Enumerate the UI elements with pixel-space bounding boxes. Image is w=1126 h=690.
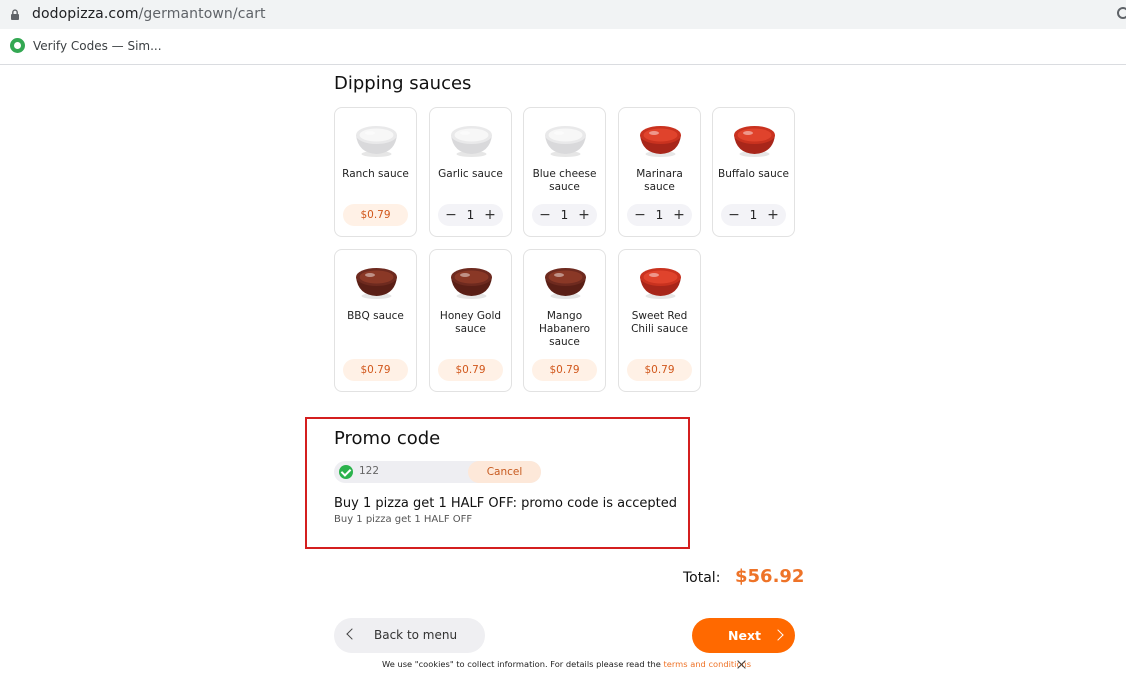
sauce-bowl-image bbox=[640, 268, 681, 299]
sauce-card[interactable]: Ranch sauce $0.79 bbox=[334, 107, 417, 237]
cookie-text: We use "cookies" to collect information.… bbox=[382, 659, 661, 669]
sauce-card[interactable]: Garlic sauce −1 + bbox=[429, 107, 512, 237]
sauce-bowl-image bbox=[356, 268, 397, 299]
sauce-name: Mango Habanero sauce bbox=[538, 310, 591, 348]
address-bar[interactable]: dodopizza.com/germantown/cart bbox=[0, 0, 1126, 29]
url-host: dodopizza.com bbox=[32, 6, 139, 22]
minus-icon[interactable]: − bbox=[445, 207, 457, 223]
sauce-card[interactable]: Sweet Red Chili sauce $0.79 bbox=[618, 249, 701, 392]
promo-cancel-button[interactable]: Cancel bbox=[468, 461, 541, 483]
sauce-card[interactable]: BBQ sauce $0.79 bbox=[334, 249, 417, 392]
sauce-bowl-image bbox=[451, 268, 492, 299]
add-price-button[interactable]: $0.79 bbox=[343, 359, 408, 381]
check-icon bbox=[339, 465, 353, 479]
add-price-button[interactable]: $0.79 bbox=[438, 359, 503, 381]
plus-icon[interactable]: + bbox=[767, 207, 779, 223]
quantity-stepper[interactable]: −1 + bbox=[627, 204, 692, 226]
next-button[interactable]: Next bbox=[692, 618, 795, 653]
url-text[interactable]: dodopizza.com/germantown/cart bbox=[32, 6, 266, 22]
sauce-bowl-image bbox=[545, 126, 586, 157]
section-title-dipping-sauces: Dipping sauces bbox=[334, 73, 472, 94]
bookmarks-bar: Verify Codes — Sim... bbox=[0, 29, 1126, 65]
add-price-button[interactable]: $0.79 bbox=[627, 359, 692, 381]
sauce-name: Buffalo sauce bbox=[718, 168, 789, 180]
minus-icon[interactable]: − bbox=[728, 207, 740, 223]
sauce-card[interactable]: Marinara sauce −1 + bbox=[618, 107, 701, 237]
back-to-menu-button[interactable]: Back to menu bbox=[334, 618, 485, 653]
sauce-name: Sweet Red Chili sauce bbox=[631, 310, 688, 335]
promo-title: Promo code bbox=[334, 428, 441, 449]
chevron-right-icon bbox=[772, 629, 784, 641]
sauce-name: Garlic sauce bbox=[438, 168, 503, 180]
promo-code-value: 122 bbox=[359, 465, 380, 477]
quantity-stepper[interactable]: −1 + bbox=[438, 204, 503, 226]
minus-icon[interactable]: − bbox=[539, 207, 551, 223]
add-price-button[interactable]: $0.79 bbox=[343, 204, 408, 226]
bookmark-label: Verify Codes — Sim... bbox=[33, 38, 162, 53]
sauce-bowl-image bbox=[640, 126, 681, 157]
bookmark-favicon-icon bbox=[10, 38, 25, 53]
sauce-card[interactable]: Mango Habanero sauce $0.79 bbox=[523, 249, 606, 392]
url-path: /germantown/cart bbox=[138, 6, 266, 22]
sauce-bowl-image bbox=[356, 126, 397, 157]
sauce-bowl-image bbox=[545, 268, 586, 299]
back-to-menu-label: Back to menu bbox=[374, 628, 458, 642]
sauce-bowl-image bbox=[734, 126, 775, 157]
quantity-value: 1 bbox=[560, 208, 569, 222]
sauce-name: Marinara sauce bbox=[636, 168, 683, 193]
sauce-name: Ranch sauce bbox=[342, 168, 409, 180]
total-label: Total: bbox=[683, 570, 721, 586]
quantity-value: 1 bbox=[466, 208, 475, 222]
sauce-bowl-image bbox=[451, 126, 492, 157]
plus-icon[interactable]: + bbox=[484, 207, 496, 223]
promo-description: Buy 1 pizza get 1 HALF OFF bbox=[334, 514, 473, 525]
cookie-notice: We use "cookies" to collect information.… bbox=[382, 659, 751, 669]
quantity-value: 1 bbox=[655, 208, 664, 222]
browser-menu-icon[interactable] bbox=[1117, 7, 1126, 19]
sauce-name: Honey Gold sauce bbox=[439, 310, 502, 335]
minus-icon[interactable]: − bbox=[634, 207, 646, 223]
quantity-stepper[interactable]: −1 + bbox=[532, 204, 597, 226]
close-icon[interactable] bbox=[737, 660, 746, 669]
chevron-left-icon bbox=[346, 628, 358, 640]
sauce-name: Blue cheese sauce bbox=[532, 168, 597, 193]
promo-code-field[interactable]: 122 Cancel bbox=[334, 461, 541, 483]
bookmark-verify-codes[interactable]: Verify Codes — Sim... bbox=[10, 38, 162, 53]
total-value: $56.92 bbox=[735, 566, 805, 587]
plus-icon[interactable]: + bbox=[673, 207, 685, 223]
sauce-name: BBQ sauce bbox=[347, 310, 404, 322]
plus-icon[interactable]: + bbox=[578, 207, 590, 223]
sauce-card[interactable]: Blue cheese sauce −1 + bbox=[523, 107, 606, 237]
sauce-card[interactable]: Honey Gold sauce $0.79 bbox=[429, 249, 512, 392]
quantity-stepper[interactable]: −1 + bbox=[721, 204, 786, 226]
add-price-button[interactable]: $0.79 bbox=[532, 359, 597, 381]
sauce-card[interactable]: Buffalo sauce −1 + bbox=[712, 107, 795, 237]
next-label: Next bbox=[728, 628, 761, 643]
promo-accepted-message: Buy 1 pizza get 1 HALF OFF: promo code i… bbox=[334, 496, 677, 511]
lock-icon bbox=[11, 9, 19, 20]
quantity-value: 1 bbox=[749, 208, 758, 222]
